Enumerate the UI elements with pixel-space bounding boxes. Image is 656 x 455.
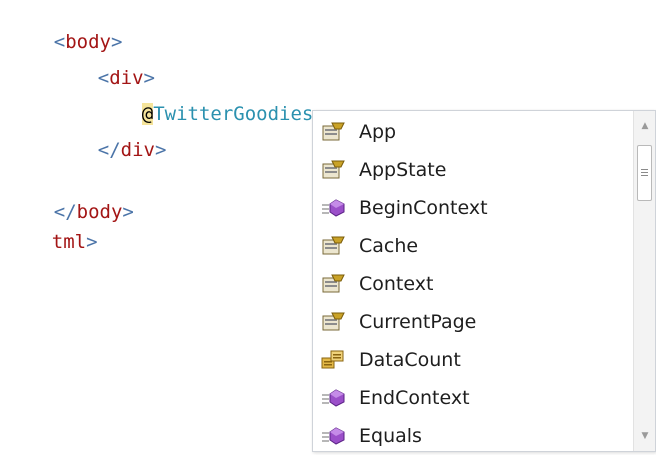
- bracket: >: [86, 231, 98, 253]
- completion-item-context[interactable]: Context: [321, 265, 631, 303]
- scroll-up-arrow-icon[interactable]: ▲: [634, 115, 656, 137]
- property-icon: [322, 160, 345, 179]
- tag-name: div: [120, 139, 155, 161]
- property-icon: [322, 122, 345, 141]
- bracket: >: [154, 139, 167, 161]
- completion-item-label: BeginContext: [359, 197, 488, 219]
- property-icon: [322, 274, 345, 293]
- scroll-thumb-grip: [641, 172, 648, 173]
- completion-item-equals[interactable]: Equals: [321, 417, 631, 455]
- completion-item-cache[interactable]: Cache: [321, 227, 631, 265]
- completion-item-label: Equals: [359, 425, 422, 447]
- property-icon: [322, 236, 345, 255]
- completion-item-label: App: [359, 121, 397, 143]
- field-icon: [321, 350, 344, 369]
- code-line-html-close: tml>: [6, 206, 98, 278]
- completion-item-label: AppState: [359, 159, 447, 181]
- razor-object-name: TwitterGoodies: [153, 103, 314, 125]
- method-icon: [322, 199, 345, 217]
- scroll-thumb-grip: [641, 169, 648, 170]
- completion-item-label: Context: [359, 273, 434, 295]
- scroll-down-arrow-icon[interactable]: ▼: [634, 425, 656, 447]
- method-icon: [322, 389, 345, 407]
- completion-item-label: Cache: [359, 235, 419, 257]
- completion-item-currentpage[interactable]: CurrentPage: [321, 303, 631, 341]
- method-icon: [322, 427, 345, 445]
- bracket: </: [97, 139, 121, 161]
- bracket: >: [122, 201, 134, 223]
- completion-item-endcontext[interactable]: EndContext: [321, 379, 631, 417]
- intellisense-completion-list[interactable]: App AppState BeginContext Cache Context …: [312, 110, 656, 452]
- tag-name: tml: [51, 231, 87, 253]
- completion-item-app[interactable]: App: [321, 113, 631, 151]
- completion-item-label: CurrentPage: [359, 311, 477, 333]
- property-icon: [322, 312, 345, 331]
- vertical-scrollbar[interactable]: ▲ ▼: [633, 111, 655, 451]
- completion-item-begincontext[interactable]: BeginContext: [321, 189, 631, 227]
- completion-item-appstate[interactable]: AppState: [321, 151, 631, 189]
- completion-item-label: DataCount: [359, 349, 461, 371]
- scroll-thumb[interactable]: [637, 145, 652, 201]
- completion-item-label: EndContext: [359, 387, 470, 409]
- completion-item-datacount[interactable]: DataCount: [321, 341, 631, 379]
- scroll-thumb-grip: [641, 175, 648, 176]
